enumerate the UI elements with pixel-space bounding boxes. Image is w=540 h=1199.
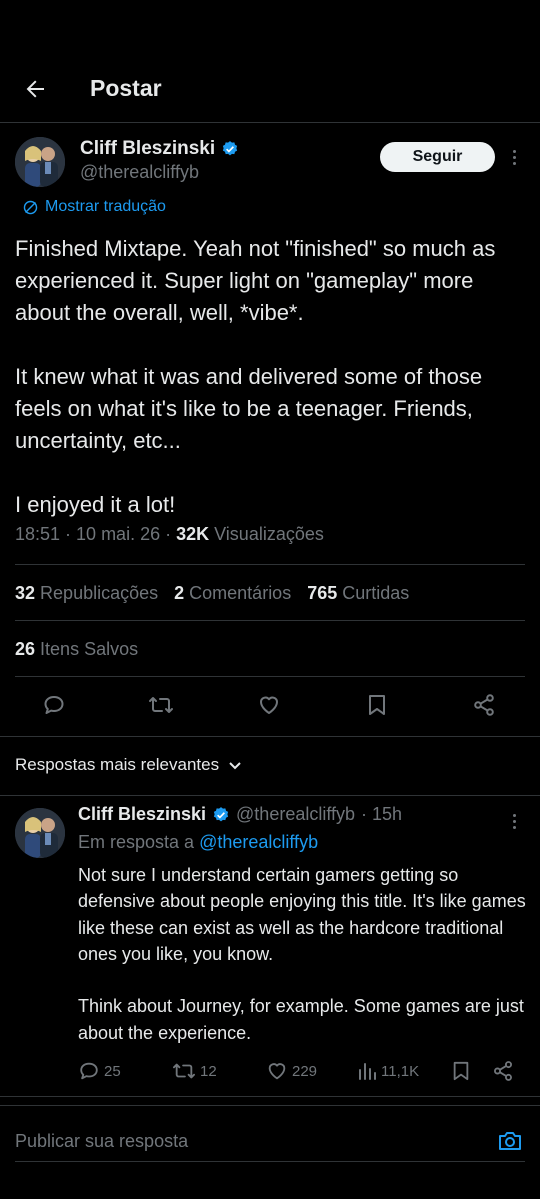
camera-icon	[499, 1132, 521, 1150]
bookmark-icon	[453, 1061, 469, 1081]
author-handle[interactable]: @therealcliffyb	[80, 162, 239, 183]
translate-icon	[23, 200, 38, 214]
divider	[15, 620, 525, 621]
divider	[0, 736, 540, 737]
bookmark-button[interactable]	[362, 690, 392, 720]
show-translation-label: Mostrar tradução	[45, 198, 166, 215]
views-count: 32K	[176, 524, 210, 544]
author-block: Cliff Bleszinski @therealcliffyb	[80, 137, 239, 183]
comments-stat[interactable]: 2 Comentários	[174, 583, 291, 604]
reply-header: Cliff Bleszinski @therealcliffyb · 15h	[78, 804, 402, 825]
reply-icon	[44, 696, 64, 714]
repost-icon	[173, 1063, 195, 1079]
repost-icon	[149, 697, 173, 713]
reply-like-button[interactable]: 229	[266, 1058, 317, 1084]
more-options-button[interactable]	[506, 146, 522, 168]
reply-button[interactable]	[39, 690, 69, 720]
like-button[interactable]	[254, 690, 284, 720]
tweet-meta: 18:51 · 10 mai. 26 · 32K Visualizações	[15, 524, 324, 545]
like-icon	[268, 1063, 286, 1080]
views-label: Visualizações	[214, 524, 324, 544]
reposts-stat[interactable]: 32 Republicações	[15, 583, 158, 604]
reply-age: · 15h	[361, 804, 403, 824]
show-translation-link[interactable]: Mostrar tradução	[22, 198, 166, 216]
like-icon	[260, 696, 278, 714]
back-arrow-icon	[26, 80, 44, 97]
chevron-down-icon	[229, 762, 241, 770]
bookmark-icon	[369, 695, 385, 715]
likes-stat[interactable]: 765 Curtidas	[307, 583, 409, 604]
reply-author-handle[interactable]: @therealcliffyb	[236, 804, 355, 825]
in-reply-to-handle[interactable]: @therealcliffyb	[199, 832, 318, 852]
reply-views-button[interactable]: 11,1K	[357, 1058, 419, 1084]
in-reply-to-prefix: Em resposta a	[78, 832, 195, 852]
avatar[interactable]	[15, 137, 65, 187]
divider	[0, 1105, 540, 1106]
reply-icon	[80, 1062, 98, 1080]
repost-button[interactable]	[146, 690, 176, 720]
engagement-stats: 32 Republicações 2 Comentários 765 Curti…	[15, 583, 409, 604]
reply-more-options-button[interactable]	[506, 810, 522, 832]
share-icon	[474, 694, 494, 716]
follow-button[interactable]: Seguir	[380, 142, 495, 172]
author-name[interactable]: Cliff Bleszinski	[80, 138, 215, 160]
saves-stat[interactable]: 26 Itens Salvos	[15, 639, 138, 660]
reply-composer	[15, 1122, 525, 1162]
reply-reposts-count: 12	[200, 1062, 217, 1080]
divider	[15, 564, 525, 565]
reply-input[interactable]	[15, 1131, 475, 1152]
divider	[15, 676, 525, 677]
views-icon	[359, 1063, 376, 1080]
camera-button[interactable]	[495, 1126, 525, 1156]
reply-reply-button[interactable]: 25	[78, 1058, 121, 1084]
tweet-text: Finished Mixtape. Yeah not "finished" so…	[15, 236, 496, 517]
reply-views-count: 11,1K	[381, 1062, 420, 1080]
reply-sort-label: Respostas mais relevantes	[15, 755, 220, 774]
back-button[interactable]	[15, 69, 55, 109]
verified-badge-icon	[213, 806, 229, 821]
divider	[0, 1096, 540, 1097]
reply-share-button[interactable]	[492, 1058, 514, 1084]
tweet-timestamp[interactable]: 18:51 · 10 mai. 26 ·	[15, 524, 171, 545]
page-title: Postar	[90, 75, 162, 101]
more-icon	[512, 149, 516, 153]
verified-badge-icon	[223, 141, 238, 156]
reply-repost-button[interactable]: 12	[172, 1058, 217, 1084]
reply-author-name[interactable]: Cliff Bleszinski	[78, 804, 206, 825]
reply-sort-dropdown[interactable]: Respostas mais relevantes	[15, 755, 243, 775]
in-reply-to: Em resposta a @therealcliffyb	[78, 832, 318, 853]
reply-replies-count: 25	[104, 1062, 121, 1080]
tweet-actions	[0, 690, 540, 720]
reply-likes-count: 229	[292, 1062, 318, 1080]
reply-actions: 25 12 229 11,1K	[78, 1058, 528, 1084]
divider	[0, 795, 540, 796]
top-bar: Postar	[0, 55, 540, 123]
saves-stats: 26 Itens Salvos	[15, 639, 138, 660]
more-icon	[512, 813, 516, 817]
reply-text: Not sure I understand certain gamers get…	[78, 865, 526, 1043]
share-button[interactable]	[469, 690, 499, 720]
reply-bookmark-button[interactable]	[451, 1058, 471, 1084]
share-icon	[494, 1061, 512, 1081]
reply-avatar[interactable]	[15, 808, 65, 858]
